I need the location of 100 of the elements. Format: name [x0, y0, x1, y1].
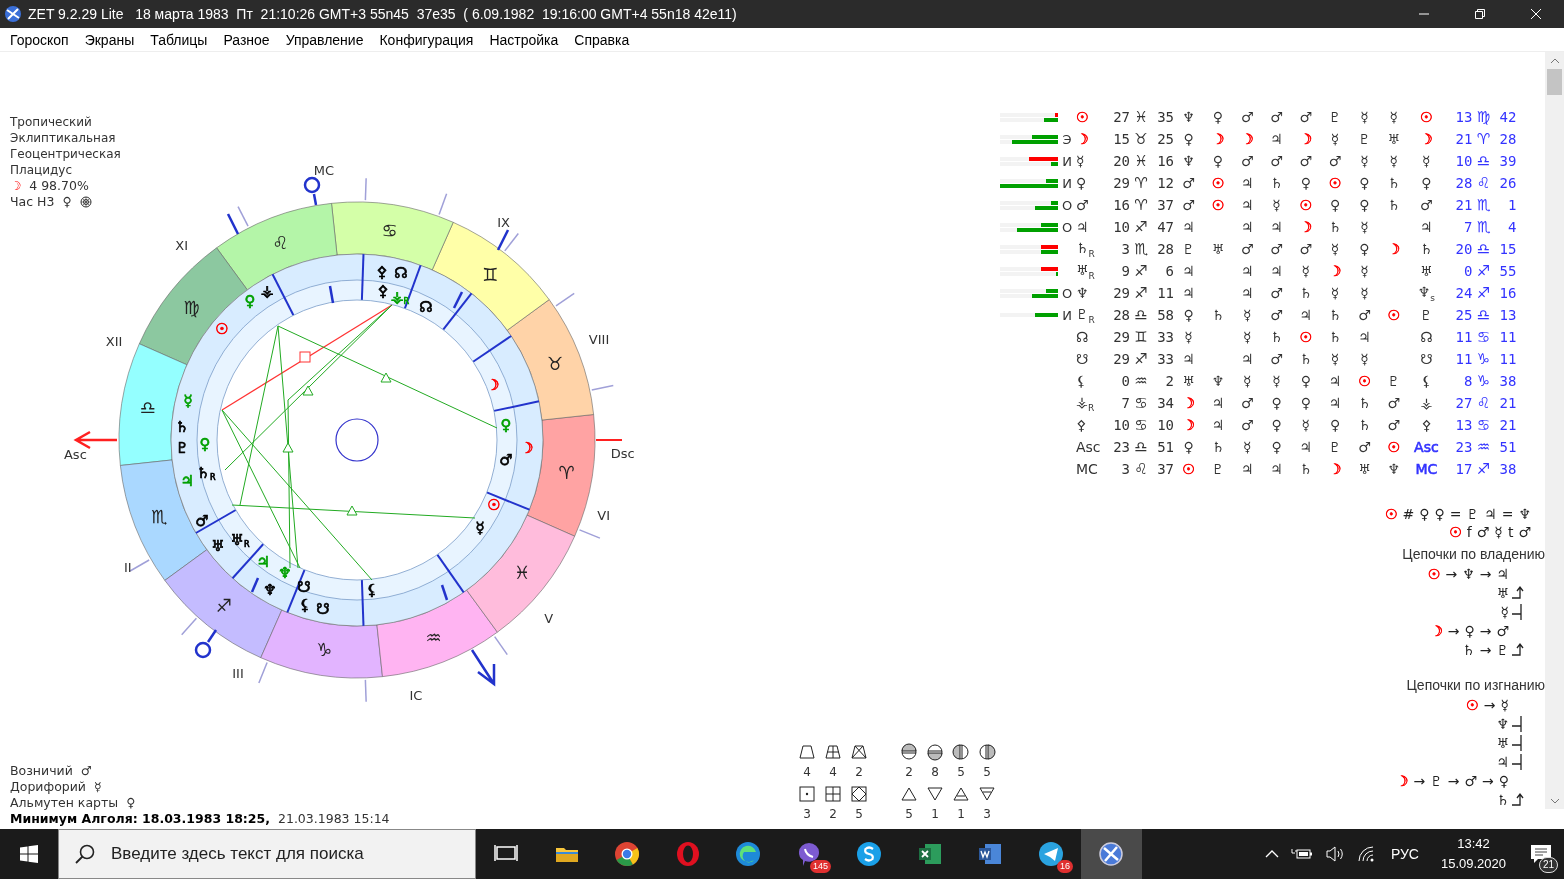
- zodiac-sign-symbol: ♉: [546, 353, 563, 374]
- menu-item[interactable]: Управление: [277, 31, 372, 48]
- house-label: XII: [105, 334, 123, 350]
- scrollbar[interactable]: [1545, 52, 1564, 809]
- ruler-symbol: ♃: [1182, 351, 1195, 367]
- ruler-symbol: ♂: [1328, 153, 1342, 169]
- menu-item[interactable]: Справка: [566, 31, 638, 48]
- square-x-icon: [850, 785, 868, 803]
- ruler-symbol: ☿: [1242, 439, 1252, 455]
- ruler-symbol: ♃: [1270, 263, 1283, 279]
- ruler-symbol: ☉: [1299, 329, 1313, 345]
- planetary-hour-label: Час Н3: [10, 194, 55, 210]
- planet-symbol: ♃: [1420, 219, 1433, 235]
- ruler-symbol: ♂: [1240, 109, 1254, 125]
- house-label: MC: [313, 162, 334, 178]
- ruler-symbol: ☿: [1272, 197, 1281, 213]
- ruler-symbol: ♂: [1240, 395, 1254, 411]
- planet-symbol: ♆$_{s}$: [1417, 283, 1435, 300]
- planet-symbol: ♂: [80, 763, 93, 779]
- ruler-symbol: ☽: [1387, 241, 1400, 257]
- trapezoid-icon: [798, 743, 816, 761]
- planet-symbol: ♃: [1076, 219, 1089, 235]
- zodiac-sign-symbol: ♍: [183, 296, 200, 318]
- cusp-mark: [250, 577, 260, 593]
- ruler-symbol: ♀: [1300, 395, 1311, 411]
- cusp-tick: [258, 661, 268, 684]
- ruler-symbol: ♃: [1328, 395, 1342, 411]
- ruler-symbol: ♄: [1387, 175, 1400, 191]
- planet-symbol: ☿: [183, 392, 193, 410]
- cusp-tick: [364, 679, 367, 703]
- ruler-symbol: ☿: [1242, 307, 1252, 323]
- chain-line: ♅: [1496, 584, 1509, 601]
- action-center-button[interactable]: 21: [1518, 829, 1564, 879]
- zodiac-sign-symbol: ♌: [272, 231, 289, 253]
- ruler-symbol: ♃: [1182, 263, 1195, 279]
- position-text: 9 ♐ 6: [1120, 262, 1174, 280]
- position-text: 8 ♑ 38: [1462, 372, 1517, 390]
- ruler-symbol: ☿: [1330, 285, 1340, 301]
- ruler-symbol: ♆: [1182, 109, 1195, 125]
- search-field[interactable]: Введите здесь текст для поиска: [58, 829, 476, 879]
- planet-symbol: ⚸: [299, 596, 311, 614]
- ruler-symbol: ☽: [1182, 395, 1195, 411]
- cusp-tick: [504, 232, 520, 252]
- ruler-symbol: ♄: [1328, 307, 1342, 323]
- ruler-symbol: ♅: [1387, 131, 1400, 147]
- position-text: 7 ♏ 4: [1462, 218, 1517, 236]
- chain-line: ☉ → ♆ → ♃: [1427, 565, 1509, 582]
- position-text: 17 ♐ 38: [1454, 460, 1517, 478]
- menu-item[interactable]: Конфигурация: [371, 31, 482, 48]
- language-button[interactable]: РУС: [1380, 829, 1429, 879]
- planet-symbol: ☋: [316, 600, 330, 618]
- position-text: 10 ♎ 39: [1454, 152, 1517, 170]
- clock-button[interactable]: 13:42 15.09.2020: [1428, 834, 1518, 874]
- ruler-symbol: ♂: [1270, 307, 1283, 323]
- planet-symbol: ☋: [1420, 351, 1433, 367]
- house-cusp-line: [436, 553, 465, 594]
- zodiac-sign-symbol: ♒: [425, 627, 442, 649]
- cusp-tick: [591, 384, 614, 391]
- planet-symbol: ♄$_{R}$: [1076, 239, 1095, 256]
- ruler-symbol: ☉: [1387, 439, 1400, 455]
- position-text: 21 ♏ 1: [1454, 196, 1517, 214]
- chevron-down-icon: [1549, 796, 1560, 805]
- ruler-symbol: ☉: [1211, 175, 1225, 191]
- scrollbar-thumb[interactable]: [1547, 69, 1562, 95]
- menu-item[interactable]: Таблицы: [142, 31, 216, 48]
- ruler-symbol: ♀: [1183, 131, 1194, 147]
- venus-symbol: ♀: [62, 194, 72, 210]
- position-text: 16 ♈ 37: [1112, 196, 1174, 214]
- notification-badge: 21: [1538, 857, 1558, 873]
- planet-symbol: ♆: [263, 581, 277, 599]
- ruler-symbol: ☽: [1182, 417, 1195, 433]
- ruler-symbol: ♄: [1211, 439, 1225, 455]
- menu-item[interactable]: Разное: [215, 31, 278, 48]
- planet-symbol: ⚶$_{R}$: [1076, 393, 1095, 410]
- position-text: 11 ♋ 11: [1454, 328, 1517, 346]
- ruler-symbol: ☉: [1299, 197, 1313, 213]
- triangle-up-bar-icon: [952, 785, 970, 803]
- ruler-symbol: ♂: [1182, 197, 1195, 213]
- planet-symbol: ☋: [297, 578, 311, 596]
- planet-symbol: ☿: [94, 779, 102, 795]
- taskbar-button[interactable]: [1081, 829, 1142, 879]
- planet-symbol: ⚶: [1420, 395, 1433, 411]
- square-cross-icon: [824, 785, 842, 803]
- formula-text: ☉ # ♀ ♀ = ♇ ♃ = ♆: [1385, 506, 1531, 522]
- menu-item[interactable]: Настройка: [481, 31, 567, 48]
- dignity-letter: О: [1061, 219, 1073, 235]
- taskbar-button[interactable]: 145: [778, 829, 839, 879]
- menu-item[interactable]: Экраны: [76, 31, 143, 48]
- planet-symbol: ♂: [195, 512, 209, 530]
- ruler-symbol: ♇: [1328, 439, 1342, 455]
- position-text: 27 ♌ 21: [1454, 394, 1517, 412]
- ruler-symbol: ♃: [1270, 219, 1283, 235]
- ruler-symbol: ☿: [1360, 109, 1369, 125]
- planet-symbol: ♃: [256, 553, 270, 571]
- ruler-label: Возничий: [10, 763, 73, 779]
- ruler-symbol: ♄: [1358, 417, 1371, 433]
- house-cusp-line: [442, 292, 473, 331]
- taskbar-button[interactable]: 16: [1020, 829, 1081, 879]
- house-cusp-line: [271, 273, 295, 317]
- menu-item[interactable]: Гороскоп: [2, 31, 77, 48]
